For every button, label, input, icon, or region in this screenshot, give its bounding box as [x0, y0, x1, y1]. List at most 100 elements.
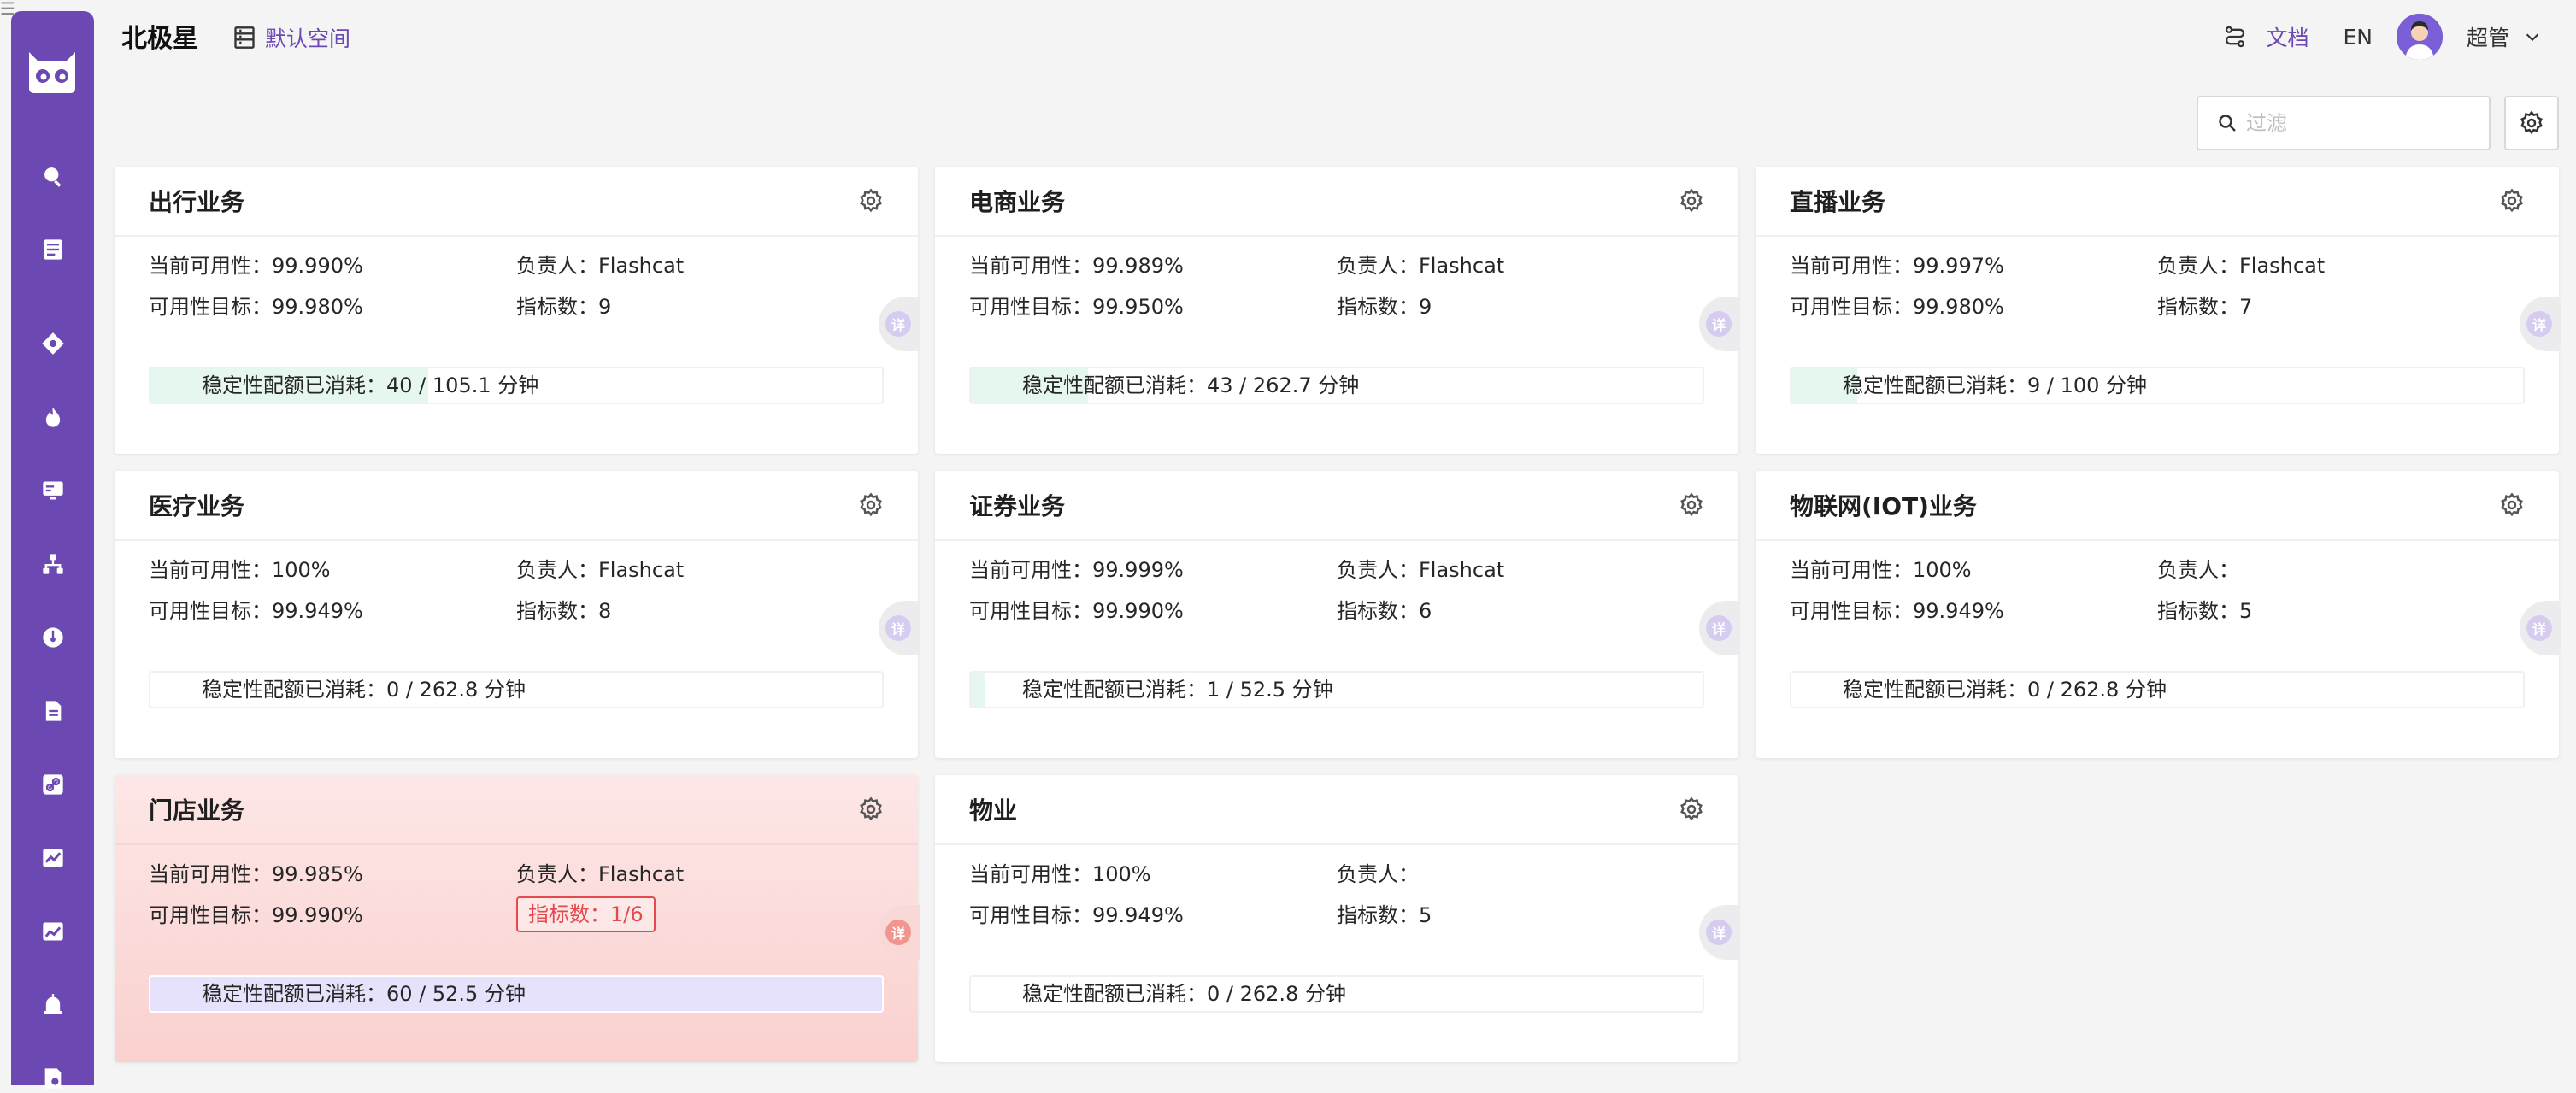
detail-label: 详	[2526, 615, 2552, 641]
owner-value: Flashcat	[1419, 254, 1505, 278]
gear-icon[interactable]	[858, 492, 884, 518]
compass-icon[interactable]	[38, 329, 68, 358]
card-title[interactable]: 物业	[969, 792, 1679, 826]
link-icon[interactable]	[38, 770, 68, 799]
quota-text: 稳定性配额已消耗：1 / 52.5 分钟	[1022, 673, 1333, 707]
detail-button[interactable]: 详	[2520, 297, 2561, 351]
owner-value: Flashcat	[598, 558, 685, 582]
card-stats: 当前可用性：100% 负责人： 可用性目标：99.949% 指标数：5	[1790, 558, 2525, 623]
workspace-icon	[234, 26, 255, 49]
current-availability-label: 当前可用性：	[969, 254, 1092, 278]
metric-count-label: 指标数：	[516, 295, 598, 319]
owner: 负责人：Flashcat	[516, 254, 884, 278]
trend-chart-icon[interactable]	[38, 843, 68, 873]
gear-icon[interactable]	[858, 796, 884, 822]
gear-icon[interactable]	[1679, 492, 1704, 518]
workspace-switcher[interactable]: 默认空间	[232, 22, 350, 53]
gear-icon[interactable]	[2499, 492, 2525, 518]
business-card: 物联网(IOT)业务 当前可用性：100% 负责人： 可用性目标：99.949% 指标数…	[1756, 471, 2561, 758]
docs-link[interactable]: 文档	[2266, 21, 2308, 52]
quota-text: 稳定性配额已消耗：0 / 262.8 分钟	[1022, 977, 1346, 1011]
card-title[interactable]: 医疗业务	[149, 488, 858, 522]
document-icon[interactable]	[38, 696, 68, 726]
business-card: 电商业务 当前可用性：99.989% 负责人：Flashcat 可用性目标：99.95…	[935, 167, 1740, 454]
detail-button[interactable]: 详	[2520, 601, 2561, 655]
filter-input[interactable]	[2246, 111, 2477, 135]
search-icon[interactable]	[38, 162, 68, 191]
card-title[interactable]: 电商业务	[969, 184, 1679, 218]
gauge-icon[interactable]	[38, 623, 68, 652]
stability-quota-bar: 稳定性配额已消耗：40 / 105.1 分钟	[149, 367, 884, 404]
owner-label: 负责人：	[516, 254, 598, 278]
current-availability: 当前可用性：100%	[969, 862, 1337, 886]
availability-target-label: 可用性目标：	[149, 903, 272, 927]
card-title[interactable]: 出行业务	[149, 184, 858, 218]
logo-icon[interactable]	[22, 40, 82, 100]
current-availability-value: 100%	[1092, 862, 1151, 886]
gear-icon[interactable]	[2499, 188, 2525, 214]
card-title[interactable]: 门店业务	[149, 792, 858, 826]
metric-count-label: 指标数：	[1337, 599, 1419, 623]
metric-count-label: 指标数：	[2157, 295, 2239, 319]
quota-label: 稳定性配额已消耗：	[202, 982, 386, 1006]
route-icon[interactable]	[2223, 25, 2247, 49]
quota-label: 稳定性配额已消耗：	[1843, 678, 2027, 702]
chevron-down-icon[interactable]	[2523, 27, 2542, 46]
card-title[interactable]: 直播业务	[1790, 184, 2499, 218]
stability-quota-bar: 稳定性配额已消耗：0 / 262.8 分钟	[969, 975, 1704, 1013]
gear-icon[interactable]	[1679, 188, 1704, 214]
quota-label: 稳定性配额已消耗：	[202, 678, 386, 702]
language-toggle[interactable]: EN	[2343, 25, 2373, 50]
quota-label: 稳定性配额已消耗：	[1022, 678, 1207, 702]
card-stats: 当前可用性：99.997% 负责人：Flashcat 可用性目标：99.980% 指标…	[1790, 254, 2525, 319]
detail-button[interactable]: 详	[879, 905, 920, 960]
detail-button[interactable]: 详	[1699, 905, 1740, 960]
quota-fill	[971, 673, 986, 707]
alarm-icon[interactable]	[38, 990, 68, 1020]
filter-box[interactable]	[2197, 96, 2491, 150]
gear-icon[interactable]	[858, 188, 884, 214]
monitor-icon[interactable]	[38, 476, 68, 505]
fire-icon[interactable]	[38, 403, 68, 432]
availability-target-value: 99.949%	[1913, 599, 2004, 623]
avatar[interactable]	[2396, 14, 2443, 60]
availability-target-label: 可用性目标：	[1790, 295, 1913, 319]
business-card: 物业 当前可用性：100% 负责人： 可用性目标：99.949% 指标数：5 稳定性配额已…	[935, 775, 1740, 1062]
metric-count[interactable]: 指标数：1/6	[516, 896, 656, 932]
stability-quota-bar: 稳定性配额已消耗：9 / 100 分钟	[1790, 367, 2525, 404]
current-availability-value: 99.997%	[1913, 254, 2004, 278]
quota-text: 稳定性配额已消耗：60 / 52.5 分钟	[202, 977, 526, 1011]
business-card: 出行业务 当前可用性：99.990% 负责人：Flashcat 可用性目标：99.98…	[115, 167, 920, 454]
global-settings-button[interactable]	[2504, 96, 2559, 150]
metric-count-value: 6	[1419, 599, 1432, 623]
topology-icon[interactable]	[38, 549, 68, 579]
owner: 负责人：	[1337, 862, 1704, 886]
detail-button[interactable]: 详	[1699, 297, 1740, 351]
availability-target: 可用性目标：99.949%	[1790, 599, 2157, 623]
owner: 负责人：	[2157, 558, 2525, 582]
current-availability-label: 当前可用性：	[1790, 558, 1913, 582]
detail-button[interactable]: 详	[879, 601, 920, 655]
detail-button[interactable]: 详	[879, 297, 920, 351]
app-title: 北极星	[121, 24, 198, 54]
card-title[interactable]: 证券业务	[969, 488, 1679, 522]
gear-icon[interactable]	[1679, 796, 1704, 822]
sidebar	[11, 11, 94, 1089]
availability-target-label: 可用性目标：	[149, 599, 272, 623]
detail-button[interactable]: 详	[1699, 601, 1740, 655]
quota-value: 0 / 262.8 分钟	[386, 678, 526, 702]
list-icon[interactable]	[38, 235, 68, 264]
user-name[interactable]: 超管	[2467, 21, 2509, 52]
current-availability-label: 当前可用性：	[149, 558, 272, 582]
metric-count-label: 指标数：	[528, 902, 610, 926]
availability-target: 可用性目标：99.949%	[969, 903, 1337, 927]
metric-count-value: 1/6	[610, 902, 644, 926]
availability-target: 可用性目标：99.990%	[149, 903, 516, 927]
card-title[interactable]: 物联网(IOT)业务	[1790, 488, 2499, 522]
line-chart-icon[interactable]	[38, 917, 68, 946]
availability-target-value: 99.949%	[272, 599, 363, 623]
workspace-label: 默认空间	[265, 26, 351, 51]
availability-target-label: 可用性目标：	[1790, 599, 1913, 623]
settings-document-icon[interactable]	[38, 1064, 68, 1093]
metric-count-value: 9	[1419, 295, 1432, 319]
